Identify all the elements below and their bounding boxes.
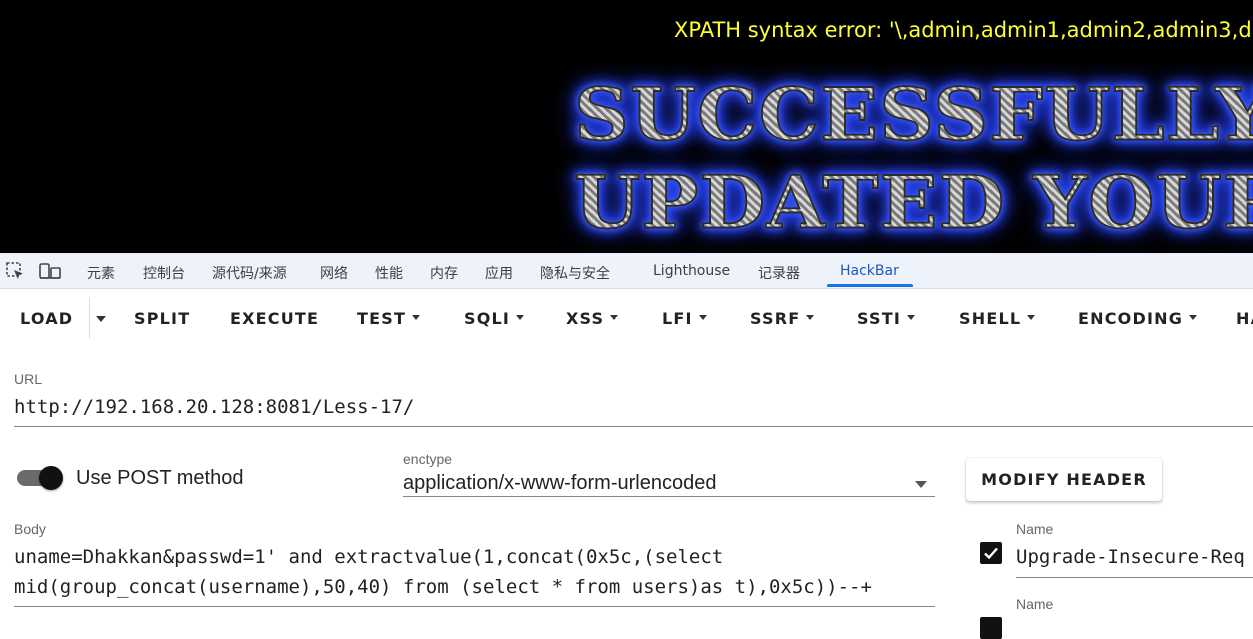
xss-label: XSS <box>566 309 605 328</box>
chevron-down-icon <box>412 315 421 320</box>
post-method-toggle[interactable] <box>17 466 63 490</box>
chevron-down-icon <box>907 315 915 320</box>
toggle-thumb <box>39 466 63 490</box>
enctype-label: enctype <box>403 451 453 467</box>
ssti-menu-button[interactable]: SSTI <box>857 309 915 328</box>
post-method-label: Use POST method <box>76 467 244 489</box>
enctype-value: application/x-www-form-urlencoded <box>403 472 717 494</box>
tab-hackbar[interactable]: HackBar <box>840 263 899 279</box>
xss-menu-button[interactable]: XSS <box>566 309 619 328</box>
tab-application[interactable]: 应用 <box>485 263 513 283</box>
hashing-menu-button[interactable]: HA <box>1236 309 1253 328</box>
checkmark-icon <box>984 547 998 560</box>
inspect-element-icon[interactable] <box>5 261 25 281</box>
chevron-down-icon <box>1027 315 1036 320</box>
body-text-line: uname=Dhakkan&passwd=1' and extractvalue… <box>14 546 724 568</box>
devtools-tab-bar: 元素 控制台 源代码/来源 网络 性能 内存 应用 隐私与安全 Lighthou… <box>0 253 1253 289</box>
execute-button[interactable]: EXECUTE <box>230 309 319 328</box>
body-label: Body <box>14 521 46 537</box>
load-divider <box>89 297 90 339</box>
header-name-label: Name <box>1016 596 1054 612</box>
tab-memory[interactable]: 内存 <box>430 263 458 283</box>
page-viewport: XPATH syntax error: '\,admin,admin1,admi… <box>0 0 1253 253</box>
load-menu-chevron-down-icon[interactable] <box>96 316 106 322</box>
tab-elements[interactable]: 元素 <box>87 263 115 283</box>
banner-updated-your: UPDATED YOUR <box>573 159 1253 245</box>
url-label: URL <box>14 371 43 387</box>
hackbar-toolbar: LOAD SPLIT EXECUTE TEST SQLI XSS LFI SSR… <box>0 289 1253 347</box>
tab-recorder[interactable]: 记录器 <box>758 263 800 283</box>
ssrf-label: SSRF <box>750 309 801 328</box>
modify-header-button[interactable]: MODIFY HEADER <box>966 458 1162 501</box>
header-enabled-checkbox[interactable] <box>980 617 1002 639</box>
test-menu-button[interactable]: TEST <box>357 309 421 328</box>
ssti-label: SSTI <box>857 309 901 328</box>
ssrf-menu-button[interactable]: SSRF <box>750 309 815 328</box>
tab-privacy-security[interactable]: 隐私与安全 <box>540 263 610 283</box>
chevron-down-icon <box>806 315 815 320</box>
split-button[interactable]: SPLIT <box>134 309 190 328</box>
chevron-down-icon <box>1189 315 1198 320</box>
body-underline <box>14 606 935 607</box>
shell-label: SHELL <box>959 309 1022 328</box>
banner-successfully: SUCCESSFULLY <box>573 71 1253 157</box>
tab-performance[interactable]: 性能 <box>375 263 403 283</box>
active-tab-indicator <box>827 284 913 287</box>
tab-lighthouse[interactable]: Lighthouse <box>653 263 730 279</box>
xpath-error-message: XPATH syntax error: '\,admin,admin1,admi… <box>674 18 1253 42</box>
lfi-menu-button[interactable]: LFI <box>662 309 707 328</box>
chevron-down-icon <box>610 315 619 320</box>
lfi-label: LFI <box>662 309 693 328</box>
url-underline <box>14 426 1253 427</box>
chevron-down-icon <box>915 481 927 488</box>
chevron-down-icon <box>698 315 707 320</box>
header-name-input[interactable]: Upgrade-Insecure-Req <box>1016 546 1245 568</box>
chevron-down-icon <box>516 315 525 320</box>
encoding-menu-button[interactable]: ENCODING <box>1078 309 1198 328</box>
url-input[interactable]: http://192.168.20.128:8081/Less-17/ <box>14 396 414 418</box>
tab-console[interactable]: 控制台 <box>143 263 185 283</box>
header-name-underline <box>1016 577 1253 578</box>
shell-menu-button[interactable]: SHELL <box>959 309 1036 328</box>
body-text-line: mid(group_concat(username),50,40) from (… <box>14 576 872 598</box>
enctype-select[interactable]: application/x-www-form-urlencoded <box>403 470 935 497</box>
sqli-label: SQLI <box>464 309 511 328</box>
header-enabled-checkbox[interactable] <box>980 542 1002 564</box>
tab-network[interactable]: 网络 <box>320 263 348 283</box>
tab-sources[interactable]: 源代码/来源 <box>212 263 287 283</box>
header-name-label: Name <box>1016 521 1054 537</box>
device-toolbar-icon[interactable] <box>39 261 61 281</box>
test-label: TEST <box>357 309 407 328</box>
sqli-menu-button[interactable]: SQLI <box>464 309 525 328</box>
load-button[interactable]: LOAD <box>20 309 73 328</box>
encoding-label: ENCODING <box>1078 309 1184 328</box>
